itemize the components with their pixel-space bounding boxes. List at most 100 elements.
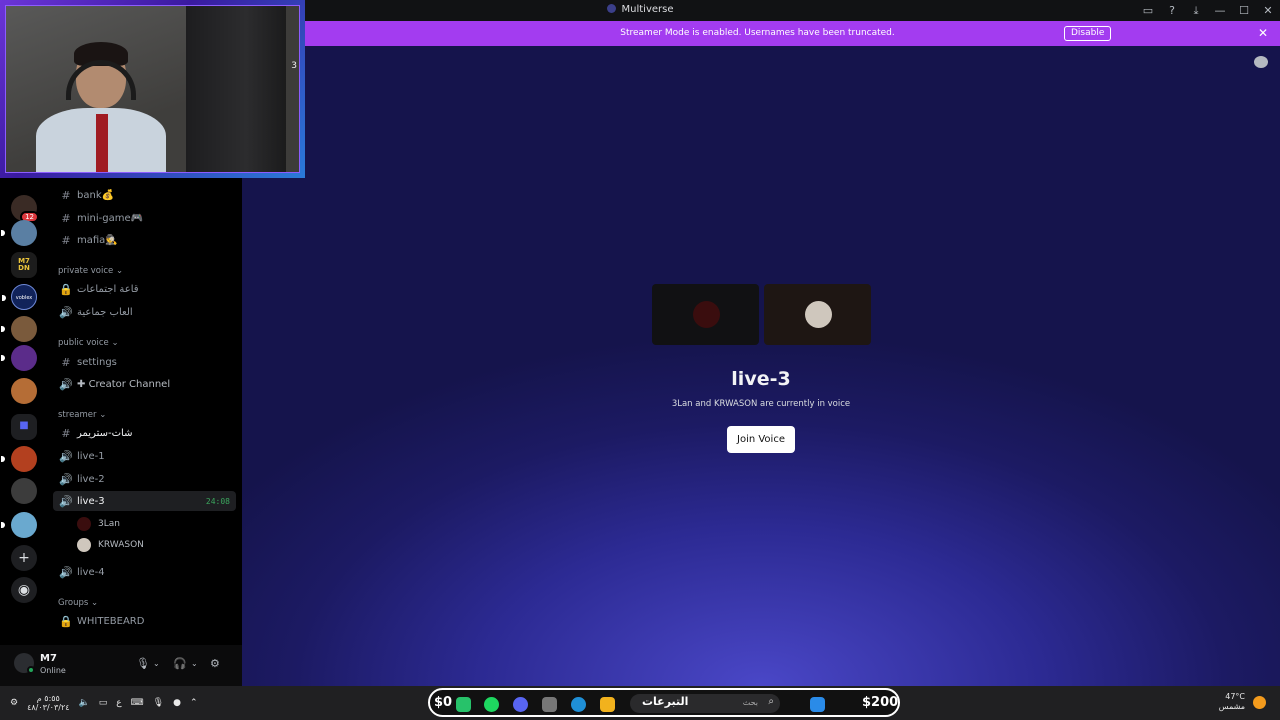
chat-bubble-icon[interactable] bbox=[1254, 56, 1268, 68]
channel-mafia[interactable]: # mafia🕵️ bbox=[53, 230, 236, 250]
folder-icon[interactable]: ■ bbox=[11, 414, 37, 440]
edge-icon[interactable] bbox=[571, 697, 586, 712]
speaker-icon: 🔊 bbox=[59, 472, 73, 486]
channel-whitebeard[interactable]: 🔒 WHITEBEARD bbox=[53, 611, 236, 631]
hash-icon: # bbox=[61, 211, 71, 225]
close-window-icon[interactable]: ✕ bbox=[1256, 4, 1280, 17]
headphones-icon[interactable]: 🎧 bbox=[173, 657, 187, 670]
voice-channel-preview: live-3 3Lan and KRWASON are currently in… bbox=[242, 46, 1280, 686]
avatar bbox=[77, 517, 91, 531]
microphone-icon[interactable]: 🎙 bbox=[136, 657, 150, 670]
file-explorer-icon[interactable] bbox=[600, 697, 615, 712]
channel-live-3[interactable]: 🔊 live-3 24:08 bbox=[53, 491, 236, 511]
avatar bbox=[805, 301, 832, 328]
gear-icon[interactable]: ⚙ bbox=[10, 698, 18, 708]
server-icon-m7dn[interactable]: M7 DN bbox=[11, 252, 37, 278]
windows-start-icon[interactable] bbox=[810, 697, 825, 712]
speaker-icon: 🔊 bbox=[59, 377, 73, 391]
screen: Multiverse ▭ ? ⤓ — ☐ ✕ Streamer Mode is … bbox=[0, 0, 1280, 720]
banner-message: Streamer Mode is enabled. Usernames have… bbox=[620, 28, 895, 38]
donation-left-amount: $0 bbox=[434, 695, 453, 710]
gear-icon[interactable]: ⚙ bbox=[210, 657, 220, 670]
taskbar-search[interactable]: التبرعات بحث ⌕ bbox=[630, 694, 780, 713]
channel-live-1[interactable]: 🔊 live-1 bbox=[53, 446, 236, 466]
server-icon[interactable] bbox=[1, 512, 37, 538]
speaker-icon: 🔊 bbox=[59, 305, 73, 319]
server-icon[interactable] bbox=[11, 378, 37, 404]
streamer-person bbox=[36, 42, 166, 172]
avatar[interactable] bbox=[14, 653, 35, 674]
windows-taskbar: ⚙ ٥:٥٥ م ٤٨/٠٣/٠٣/٢٤ 🔈 ▭ ع ⌨ 🎙 ● ⌃ $0 ال… bbox=[0, 686, 1280, 720]
tray-app-icon[interactable]: ● bbox=[173, 698, 181, 708]
webcam-frame: 3 bbox=[5, 5, 300, 173]
user-panel: M7 Online 🎙 ⌄ 🎧 ⌄ ⚙ bbox=[0, 645, 242, 686]
discover-compass-icon[interactable]: ◉ bbox=[11, 577, 37, 603]
app-icon[interactable] bbox=[456, 697, 471, 712]
network-icon[interactable]: ▭ bbox=[99, 698, 108, 708]
webcam-overlay-number: 3 bbox=[291, 61, 297, 71]
channel-settings[interactable]: # settings bbox=[53, 352, 236, 372]
maximize-icon[interactable]: ☐ bbox=[1232, 4, 1256, 17]
inbox-icon[interactable]: ▭ bbox=[1136, 4, 1160, 17]
chevron-down-icon[interactable]: ⌄ bbox=[191, 659, 198, 668]
voice-user-krwason[interactable]: KRWASON bbox=[77, 536, 144, 554]
server-icon[interactable] bbox=[1, 316, 37, 342]
unread-indicator bbox=[1, 456, 5, 462]
avatar bbox=[693, 301, 720, 328]
weather-widget[interactable]: 47°C مشمس bbox=[1219, 692, 1245, 712]
server-icon-voblex[interactable]: voblex bbox=[2, 284, 37, 310]
channel-mini-game[interactable]: # mini-game🎮 bbox=[53, 208, 236, 228]
join-voice-button[interactable]: Join Voice bbox=[727, 426, 795, 453]
discord-icon[interactable] bbox=[513, 697, 528, 712]
hash-icon: # bbox=[61, 355, 71, 369]
hash-icon: # bbox=[61, 188, 71, 202]
unread-indicator bbox=[1, 326, 5, 332]
category-private-voice[interactable]: private voice ⌄ bbox=[58, 266, 123, 276]
channel-live-2[interactable]: 🔊 live-2 bbox=[53, 469, 236, 489]
system-clock[interactable]: ٥:٥٥ م ٤٨/٠٣/٠٣/٢٤ bbox=[27, 694, 69, 712]
server-icon[interactable] bbox=[1, 345, 37, 371]
channel-meeting-hall[interactable]: 🔒 قاعة اجتماعات bbox=[53, 279, 236, 299]
username: M7 bbox=[40, 653, 57, 664]
speaker-icon: 🔊 bbox=[59, 494, 73, 508]
download-icon[interactable]: ⤓ bbox=[1184, 4, 1208, 18]
channel-bank[interactable]: # bank💰 bbox=[53, 185, 236, 205]
help-icon[interactable]: ? bbox=[1160, 4, 1184, 17]
channel-live-4[interactable]: 🔊 live-4 bbox=[53, 562, 236, 582]
volume-icon[interactable]: 🔈 bbox=[79, 698, 90, 708]
spotify-icon[interactable] bbox=[484, 697, 499, 712]
donation-pill: $0 التبرعات بحث ⌕ $200 bbox=[428, 688, 900, 717]
streamer-mode-banner: Streamer Mode is enabled. Usernames have… bbox=[305, 21, 1280, 46]
chevron-up-icon[interactable]: ⌃ bbox=[190, 698, 198, 708]
channel-creator[interactable]: 🔊 ✚ Creator Channel bbox=[53, 374, 236, 394]
lock-icon: 🔒 bbox=[59, 614, 73, 628]
category-streamer[interactable]: streamer ⌄ bbox=[58, 410, 106, 420]
server-rail: 12 M7 DN voblex ■ + ◉ bbox=[0, 178, 49, 686]
server-label: voblex bbox=[15, 295, 33, 301]
add-server-button[interactable]: + bbox=[11, 545, 37, 571]
unread-indicator bbox=[1, 522, 5, 528]
banner-close-icon[interactable]: ✕ bbox=[1258, 26, 1268, 40]
channel-title: live-3 bbox=[731, 368, 791, 390]
store-icon[interactable] bbox=[542, 697, 557, 712]
disable-streamer-mode-button[interactable]: Disable bbox=[1064, 26, 1112, 41]
microphone-icon[interactable]: 🎙 bbox=[153, 698, 164, 708]
channel-streamer-chat[interactable]: # شات-ستريمر bbox=[53, 423, 236, 443]
category-groups[interactable]: Groups ⌄ bbox=[58, 598, 98, 608]
server-icon[interactable] bbox=[1, 220, 37, 246]
minimize-icon[interactable]: — bbox=[1208, 4, 1232, 17]
category-public-voice[interactable]: public voice ⌄ bbox=[58, 338, 119, 348]
server-icon[interactable] bbox=[11, 478, 37, 504]
webcam-overlay: 3 bbox=[0, 0, 305, 178]
channel-list: # bank💰 # mini-game🎮 # mafia🕵️ private voic… bbox=[49, 178, 242, 645]
chevron-down-icon[interactable]: ⌄ bbox=[153, 659, 160, 668]
voice-user-3lan[interactable]: 3Lan bbox=[77, 515, 120, 533]
server-icon[interactable] bbox=[1, 446, 37, 472]
keyboard-icon[interactable]: ⌨ bbox=[131, 698, 144, 708]
channel-group-games[interactable]: 🔊 العاب جماعية bbox=[53, 302, 236, 322]
voice-members-description: 3Lan and KRWASON are currently in voice bbox=[671, 399, 851, 409]
language-indicator[interactable]: ع bbox=[116, 698, 121, 708]
voice-tile-3lan bbox=[652, 284, 759, 345]
server-icon[interactable]: 12 bbox=[11, 195, 39, 223]
window-title-text: Multiverse bbox=[621, 4, 674, 15]
